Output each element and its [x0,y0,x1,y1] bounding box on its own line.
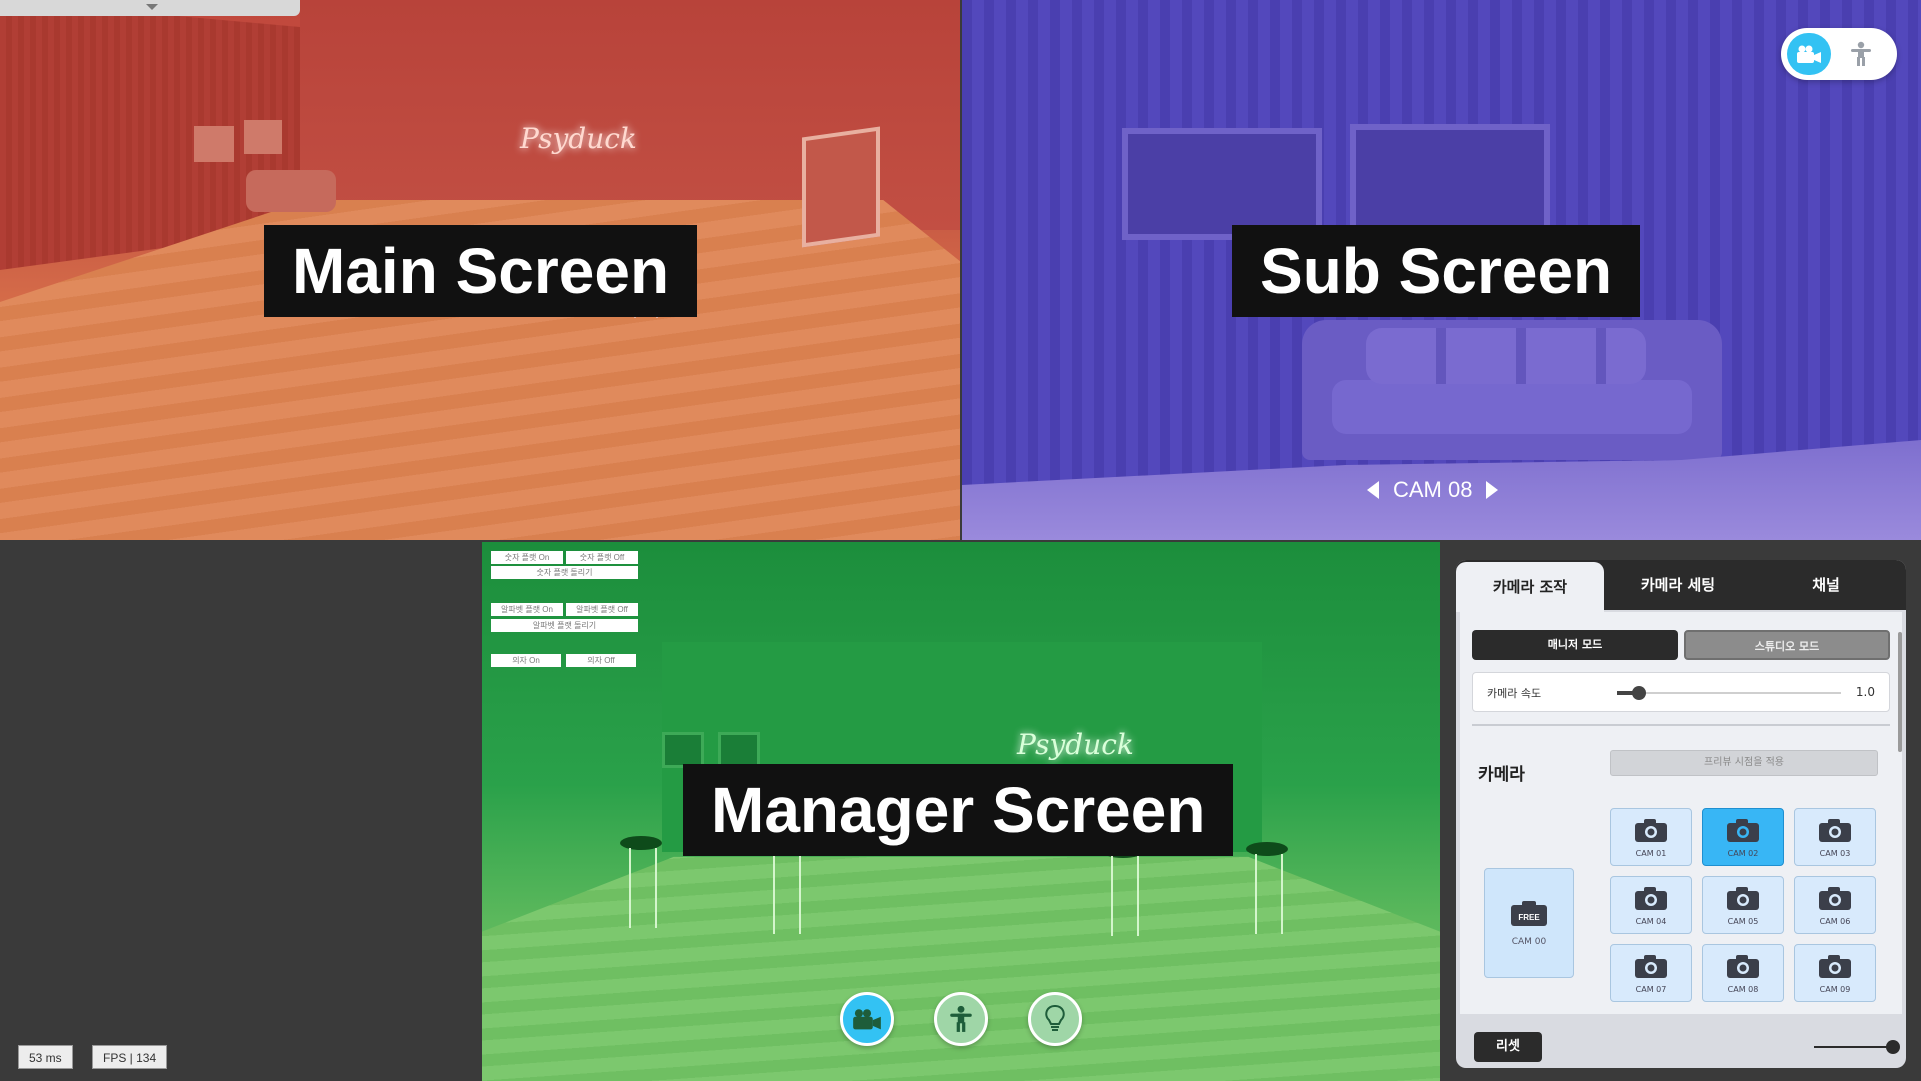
camera-speed-label: 카메라 속도 [1487,687,1542,700]
avatar-mode-toggle[interactable] [1839,33,1883,75]
camera-button-5[interactable]: CAM 05 [1702,876,1784,934]
sub-screen-label: Sub Screen [1232,225,1641,317]
slider-thumb[interactable] [1632,686,1647,700]
alphabet-prop-off-button[interactable]: 알파벳 플랫 Off [566,603,638,616]
camera-icon [853,1009,881,1030]
person-icon [1851,41,1871,66]
camera-button-label: CAM 02 [1727,849,1759,858]
control-panel-area: 카메라 조작 카메라 세팅 채널 매니저 모드 스튜디오 모드 카메라 속도 1… [1442,542,1921,1081]
divider [1472,724,1890,726]
camera-button-4[interactable]: CAM 04 [1610,876,1692,934]
scrollbar[interactable] [1898,632,1902,752]
tab-channel[interactable]: 채널 [1752,560,1900,610]
apply-preview-button[interactable]: 프리뷰 시점을 적용 [1610,750,1878,776]
camera-button-8[interactable]: CAM 08 [1702,944,1784,1002]
camera-control-body: 매니저 모드 스튜디오 모드 카메라 속도 1.0 카메라 프리뷰 시점을 적용… [1460,612,1902,1014]
view-mode-toggle [1781,28,1897,80]
camera-button-label: CAM 07 [1635,985,1667,994]
camera-button-7[interactable]: CAM 07 [1610,944,1692,1002]
camera-icon [1635,819,1667,842]
manager-mode-button[interactable]: 매니저 모드 [1472,630,1678,660]
number-prop-on-button[interactable]: 숫자 플랫 On [491,551,563,564]
free-badge: FREE [1518,913,1540,922]
number-prop-off-button[interactable]: 숫자 플랫 Off [566,551,638,564]
reset-button[interactable]: 리셋 [1474,1032,1542,1062]
lightbulb-icon [1045,1004,1065,1031]
door [802,126,880,248]
wall-frame [244,120,282,154]
camera-button-label: CAM 09 [1819,985,1851,994]
camera-button-label: CAM 01 [1635,849,1667,858]
camera-button-3[interactable]: CAM 03 [1794,808,1876,866]
current-camera-label: CAM 08 [1393,477,1473,502]
manager-screen-label: Manager Screen [683,764,1234,856]
camera-switcher: CAM 08 [1367,472,1499,508]
camera-speed-slider[interactable] [1617,686,1841,700]
sofa [246,170,336,212]
camera-icon [1635,887,1667,910]
chair-on-button[interactable]: 의자 On [491,654,561,667]
wall-tv [1350,124,1550,236]
tab-camera-settings[interactable]: 카메라 세팅 [1604,560,1752,610]
wall-tv [718,732,760,768]
camera-icon [1727,955,1759,978]
camera-button-label: CAM 03 [1819,849,1851,858]
app-root: Psyduck Main Screen CAM 08 Sub Screen 53… [0,0,1921,1081]
wall-frame [194,126,234,162]
tab-camera-control[interactable]: 카메라 조작 [1456,562,1604,612]
camera-button-2[interactable]: CAM 02 [1702,808,1784,866]
free-camera-label: CAM 00 [1511,937,1547,947]
person-icon [950,1005,972,1032]
empty-panel [0,542,480,1081]
camera-button-9[interactable]: CAM 09 [1794,944,1876,1002]
bar-stool [1246,842,1288,934]
camera-button-label: CAM 05 [1727,917,1759,926]
camera-icon: FREE [1511,901,1547,926]
main-screen-label: Main Screen [264,225,698,317]
number-prop-rotate-button[interactable]: 숫자 플랫 돌리기 [491,566,638,579]
camera-button-6[interactable]: CAM 06 [1794,876,1876,934]
chevron-down-icon [146,4,158,10]
camera-speed-value: 1.0 [1855,685,1875,699]
panel-bottom-slider[interactable] [1814,1040,1900,1054]
camera-mode-toggle[interactable] [1787,33,1831,75]
collapse-tab[interactable] [0,0,300,16]
latency-readout: 53 ms [18,1045,73,1069]
camera-speed-row: 카메라 속도 1.0 [1472,672,1890,712]
fps-readout: FPS | 134 [92,1045,168,1069]
chair-off-button[interactable]: 의자 Off [566,654,636,667]
avatar-control-button[interactable] [934,992,988,1046]
camera-icon [1819,819,1851,842]
studio-mode-button[interactable]: 스튜디오 모드 [1684,630,1890,660]
lighting-control-button[interactable] [1028,992,1082,1046]
camera-button-label: CAM 06 [1819,917,1851,926]
next-camera-arrow-icon[interactable] [1486,481,1499,499]
alphabet-prop-rotate-button[interactable]: 알파벳 플랫 돌리기 [491,619,638,632]
sofa [1302,320,1722,460]
neon-sign: Psyduck [1017,728,1134,761]
camera-icon [1819,955,1851,978]
camera-control-button[interactable] [840,992,894,1046]
camera-icon [1797,45,1821,63]
control-panel: 카메라 조작 카메라 세팅 채널 매니저 모드 스튜디오 모드 카메라 속도 1… [1456,560,1906,1068]
camera-button-label: CAM 08 [1727,985,1759,994]
alphabet-prop-on-button[interactable]: 알파벳 플랫 On [491,603,563,616]
camera-section-title: 카메라 [1478,765,1525,785]
free-camera-button[interactable]: FREE CAM 00 [1484,868,1574,978]
camera-icon [1727,819,1759,842]
camera-icon [1727,887,1759,910]
camera-button-label: CAM 04 [1635,917,1667,926]
camera-icon [1635,955,1667,978]
bar-stool [620,836,662,928]
neon-sign: Psyduck [520,122,637,155]
prev-camera-arrow-icon[interactable] [1367,481,1379,499]
control-tabs: 카메라 조작 카메라 세팅 채널 [1456,560,1906,612]
wall-tv [1122,128,1322,240]
camera-button-1[interactable]: CAM 01 [1610,808,1692,866]
camera-icon [1819,887,1851,910]
slider-thumb[interactable] [1886,1040,1900,1054]
wall-tv [662,732,704,768]
